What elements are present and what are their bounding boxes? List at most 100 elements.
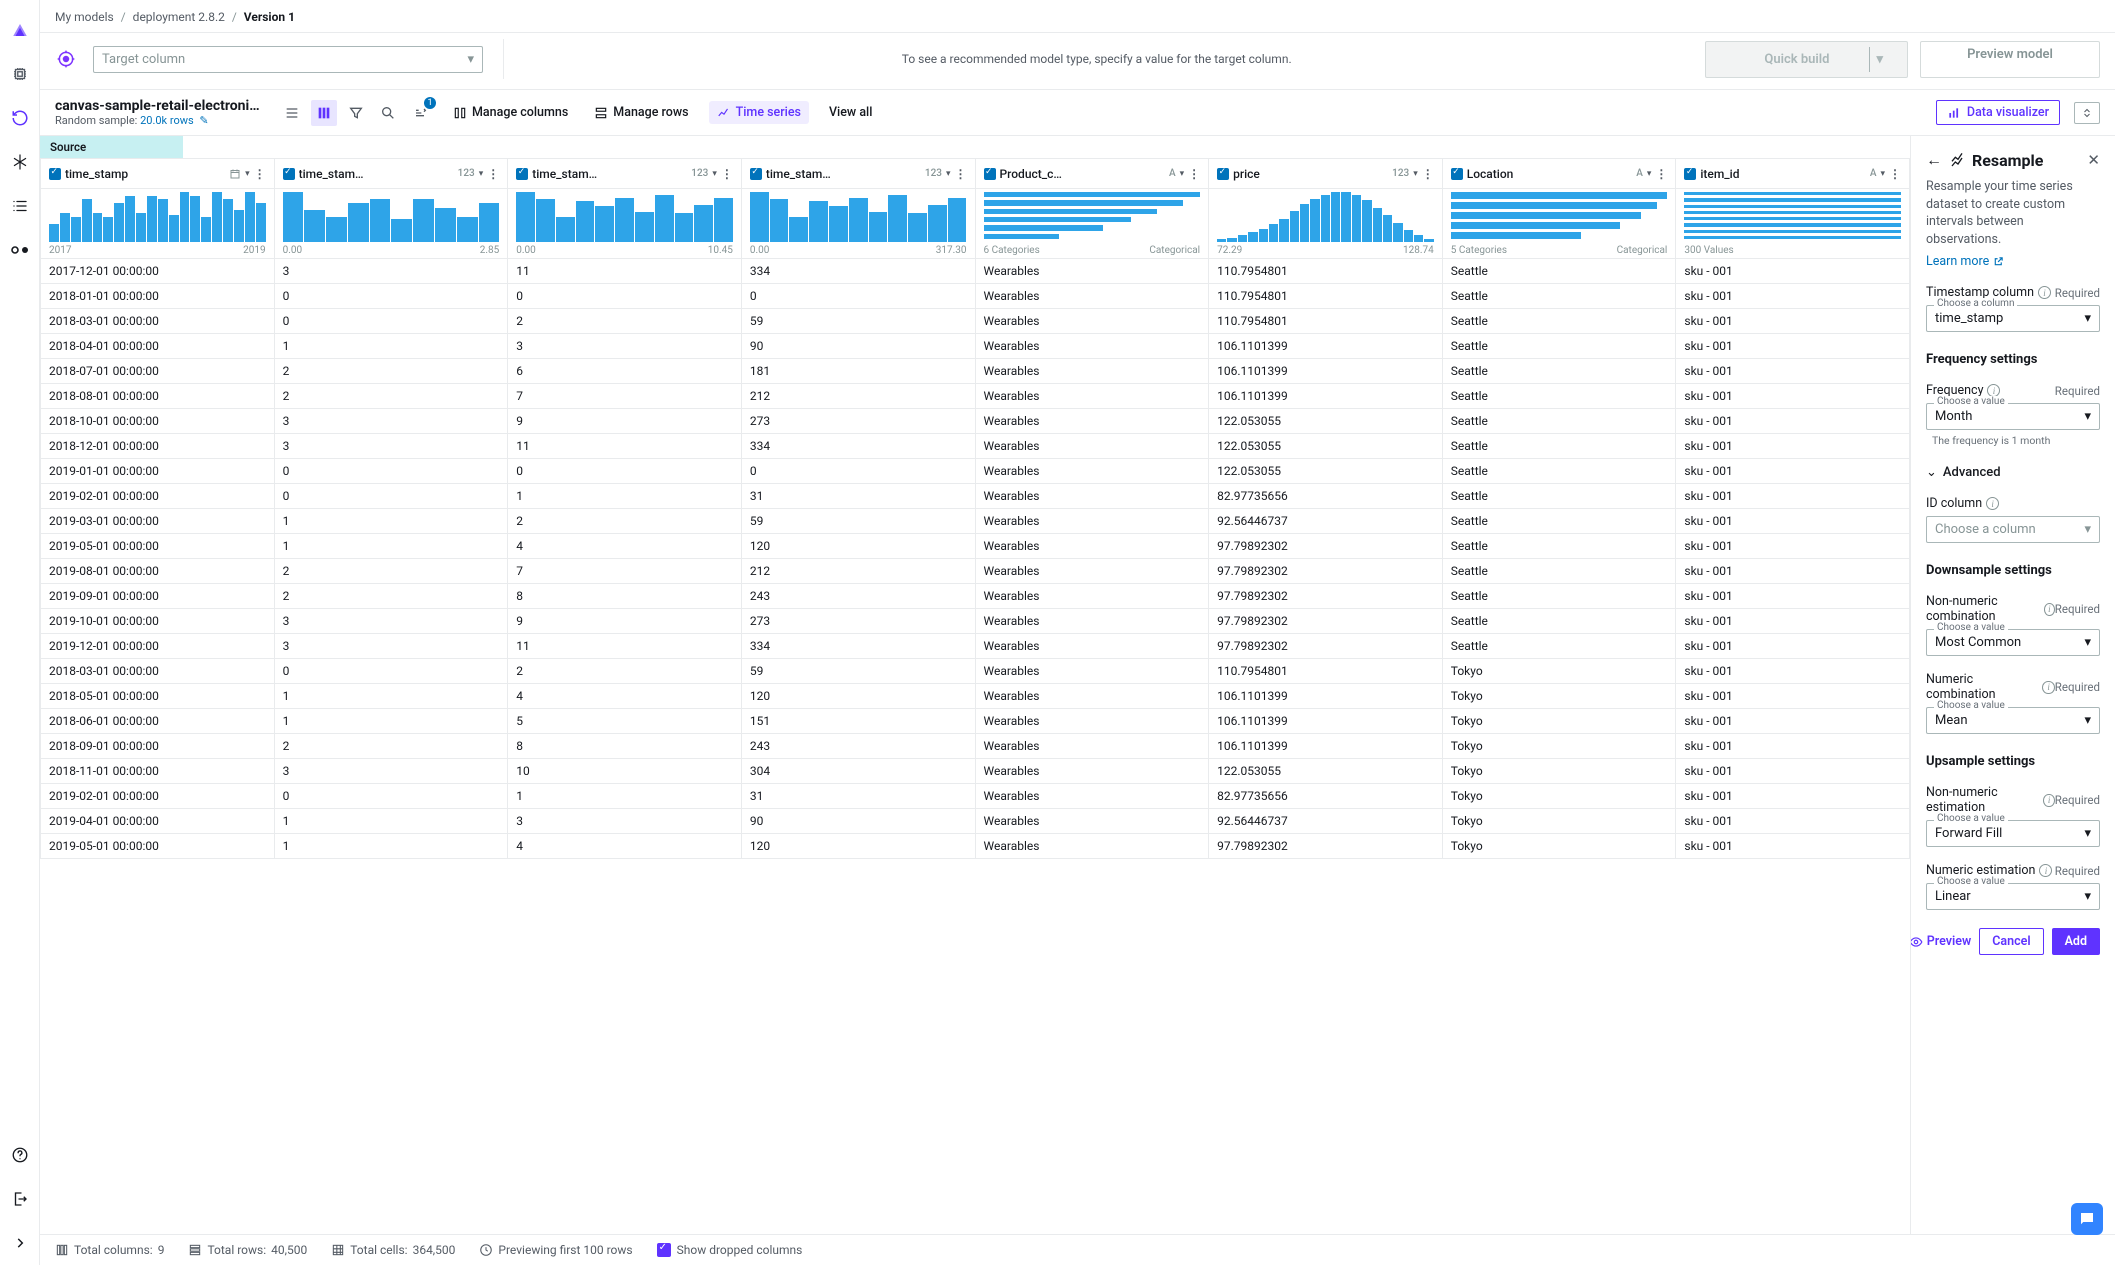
column-header[interactable]: time_stam… 123 ▾ ⋮ — [274, 159, 508, 189]
table-row[interactable]: 2018-09-01 00:00:0028243Wearables106.110… — [41, 734, 1910, 759]
info-icon[interactable]: i — [2042, 681, 2054, 694]
rail-logout-icon[interactable] — [8, 1187, 32, 1211]
chevron-down-icon[interactable]: ▾ — [1180, 169, 1185, 179]
rail-snowflake-icon[interactable] — [8, 150, 32, 174]
table-row[interactable]: 2018-03-01 00:00:000259Wearables110.7954… — [41, 659, 1910, 684]
edit-icon[interactable]: ✎ — [199, 114, 208, 127]
column-checkbox[interactable] — [984, 168, 996, 180]
chevron-down-icon[interactable]: ▾ — [1413, 169, 1418, 179]
column-header[interactable]: time_stam… 123 ▾ ⋮ — [508, 159, 742, 189]
time-series-button[interactable]: Time series — [709, 101, 809, 124]
column-header[interactable]: price 123 ▾ ⋮ — [1209, 159, 1443, 189]
manage-columns-button[interactable]: Manage columns — [447, 101, 574, 124]
column-menu-icon[interactable]: ⋮ — [955, 167, 967, 181]
column-menu-icon[interactable]: ⋮ — [254, 167, 266, 181]
column-menu-icon[interactable]: ⋮ — [1655, 167, 1667, 181]
column-menu-icon[interactable]: ⋮ — [1889, 167, 1901, 181]
table-row[interactable]: 2017-12-01 00:00:00311334Wearables110.79… — [41, 259, 1910, 284]
chevron-down-icon[interactable]: ▾ — [946, 169, 951, 179]
sample-value[interactable]: 20.0k rows — [140, 114, 194, 127]
rail-list-icon[interactable] — [8, 194, 32, 218]
data-visualizer-button[interactable]: Data visualizer — [1936, 100, 2060, 125]
chevron-down-icon[interactable]: ▾ — [245, 169, 250, 179]
column-checkbox[interactable] — [283, 168, 295, 180]
column-checkbox[interactable] — [1684, 168, 1696, 180]
table-row[interactable]: 2018-12-01 00:00:00311334Wearables122.05… — [41, 434, 1910, 459]
table-row[interactable]: 2018-03-01 00:00:000259Wearables110.7954… — [41, 309, 1910, 334]
rail-chip-icon[interactable] — [8, 62, 32, 86]
search-icon[interactable] — [375, 100, 401, 126]
table-row[interactable]: 2019-01-01 00:00:00000Wearables122.05305… — [41, 459, 1910, 484]
column-menu-icon[interactable]: ⋮ — [1188, 167, 1200, 181]
timestamp-column-select[interactable]: time_stamp▾ — [1926, 305, 2100, 332]
num-comb-select[interactable]: Mean▾ — [1926, 707, 2100, 734]
table-row[interactable]: 2019-04-01 00:00:001390Wearables92.56446… — [41, 809, 1910, 834]
column-checkbox[interactable] — [516, 168, 528, 180]
cancel-button[interactable]: Cancel — [1979, 928, 2043, 955]
table-row[interactable]: 2019-03-01 00:00:001259Wearables92.56446… — [41, 509, 1910, 534]
view-all-button[interactable]: View all — [823, 101, 878, 124]
info-icon[interactable]: i — [2039, 864, 2052, 877]
table-row[interactable]: 2018-11-01 00:00:00310304Wearables122.05… — [41, 759, 1910, 784]
column-header[interactable]: Product_c… A ▾ ⋮ — [975, 159, 1209, 189]
learn-more-link[interactable]: Learn more — [1926, 254, 2004, 269]
column-header[interactable]: Location A ▾ ⋮ — [1442, 159, 1676, 189]
id-column-select[interactable]: Choose a column▾ — [1926, 516, 2100, 543]
rail-refresh-icon[interactable] — [8, 106, 32, 130]
expand-icon[interactable] — [2074, 102, 2100, 124]
add-button[interactable]: Add — [2052, 928, 2100, 955]
column-header[interactable]: time_stamp ▾ ⋮ — [41, 159, 275, 189]
table-row[interactable]: 2019-12-01 00:00:00311334Wearables97.798… — [41, 634, 1910, 659]
column-checkbox[interactable] — [1217, 168, 1229, 180]
list-view-icon[interactable] — [279, 100, 305, 126]
table-row[interactable]: 2018-10-01 00:00:0039273Wearables122.053… — [41, 409, 1910, 434]
table-row[interactable]: 2019-05-01 00:00:0014120Wearables97.7989… — [41, 534, 1910, 559]
nonnum-comb-select[interactable]: Most Common▾ — [1926, 629, 2100, 656]
frequency-select[interactable]: Month▾ — [1926, 403, 2100, 430]
manage-rows-button[interactable]: Manage rows — [588, 101, 694, 124]
table-row[interactable]: 2018-05-01 00:00:0014120Wearables106.110… — [41, 684, 1910, 709]
column-menu-icon[interactable]: ⋮ — [721, 167, 733, 181]
chevron-down-icon[interactable]: ▾ — [712, 169, 717, 179]
table-row[interactable]: 2019-02-01 00:00:000131Wearables82.97735… — [41, 784, 1910, 809]
table-row[interactable]: 2018-04-01 00:00:001390Wearables106.1101… — [41, 334, 1910, 359]
column-menu-icon[interactable]: ⋮ — [1422, 167, 1434, 181]
target-column-select[interactable]: Target column ▾ — [93, 46, 483, 73]
source-tab[interactable]: Source — [40, 136, 183, 158]
chevron-down-icon[interactable]: ▾ — [1647, 169, 1652, 179]
table-row[interactable]: 2019-08-01 00:00:0027212Wearables97.7989… — [41, 559, 1910, 584]
info-icon[interactable]: i — [2038, 286, 2051, 299]
advanced-toggle[interactable]: ⌄Advanced — [1926, 465, 2100, 480]
show-dropped-checkbox[interactable]: ✓ — [657, 1243, 671, 1257]
rail-help-icon[interactable] — [8, 1143, 32, 1167]
info-icon[interactable]: i — [1986, 497, 1999, 510]
info-icon[interactable]: i — [2044, 603, 2055, 616]
panel-close-icon[interactable]: ✕ — [2087, 151, 2100, 169]
column-header[interactable]: time_stam… 123 ▾ ⋮ — [741, 159, 975, 189]
breadcrumb-parent1[interactable]: My models — [55, 10, 114, 24]
table-row[interactable]: 2018-08-01 00:00:0027212Wearables106.110… — [41, 384, 1910, 409]
column-menu-icon[interactable]: ⋮ — [487, 167, 499, 181]
chevron-down-icon[interactable]: ▾ — [479, 169, 484, 179]
table-row[interactable]: 2018-01-01 00:00:00000Wearables110.79548… — [41, 284, 1910, 309]
info-icon[interactable]: i — [2043, 794, 2054, 807]
breadcrumb-parent2[interactable]: deployment 2.8.2 — [133, 10, 225, 24]
table-row[interactable]: 2019-09-01 00:00:0028243Wearables97.7989… — [41, 584, 1910, 609]
table-row[interactable]: 2019-10-01 00:00:0039273Wearables97.7989… — [41, 609, 1910, 634]
table-row[interactable]: 2019-02-01 00:00:000131Wearables82.97735… — [41, 484, 1910, 509]
filter-icon[interactable] — [343, 100, 369, 126]
chat-fab-icon[interactable] — [2071, 1203, 2103, 1235]
table-row[interactable]: 2019-05-01 00:00:0014120Wearables97.7989… — [41, 834, 1910, 859]
nonnum-est-select[interactable]: Forward Fill▾ — [1926, 820, 2100, 847]
column-header[interactable]: item_id A ▾ ⋮ — [1676, 159, 1910, 189]
column-checkbox[interactable] — [49, 168, 61, 180]
rail-nodes-icon[interactable] — [8, 238, 32, 262]
table-row[interactable]: 2018-06-01 00:00:0015151Wearables106.110… — [41, 709, 1910, 734]
chevron-down-icon[interactable]: ▾ — [1880, 169, 1885, 179]
panel-back-icon[interactable]: ← — [1926, 150, 1942, 170]
num-est-select[interactable]: Linear▾ — [1926, 883, 2100, 910]
grid-view-icon[interactable] — [311, 100, 337, 126]
sort-icon[interactable]: 1 — [407, 100, 433, 126]
table-row[interactable]: 2018-07-01 00:00:0026181Wearables106.110… — [41, 359, 1910, 384]
rail-expand-icon[interactable] — [8, 1231, 32, 1255]
